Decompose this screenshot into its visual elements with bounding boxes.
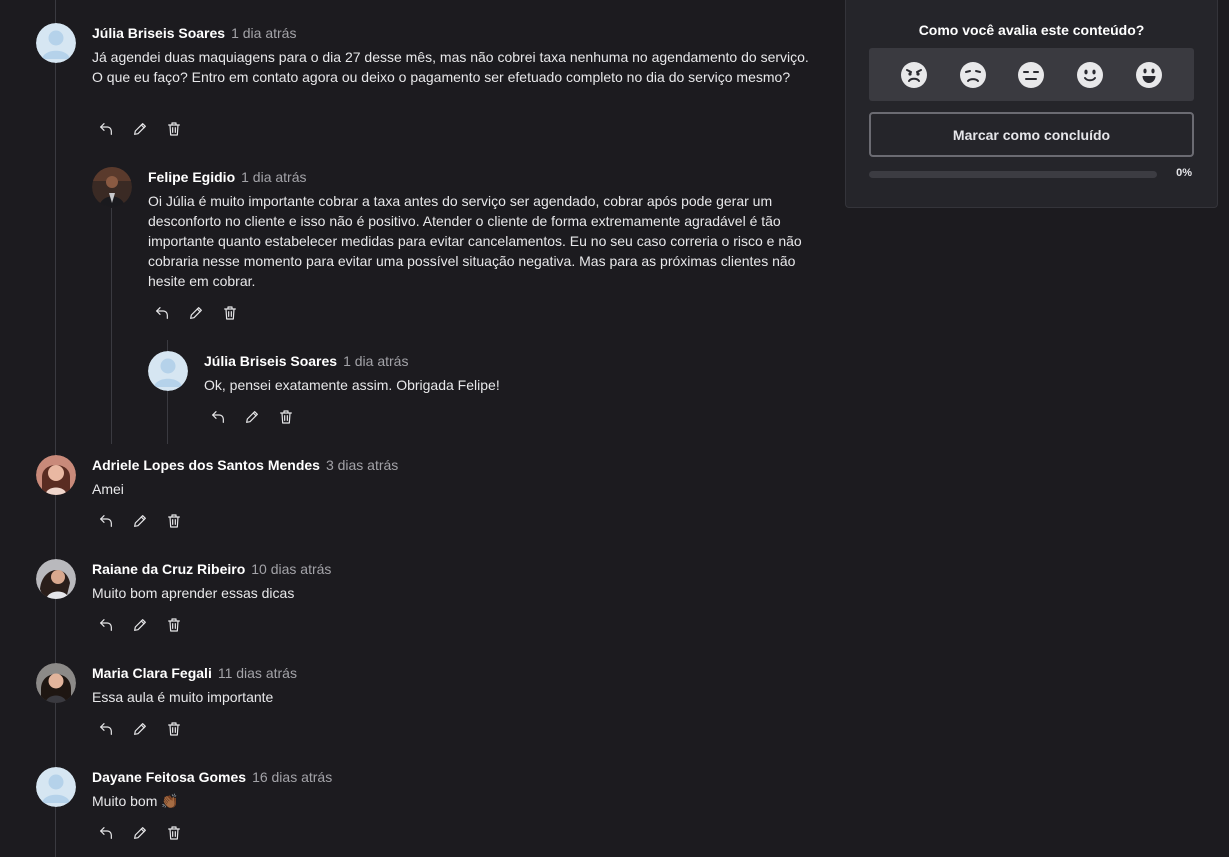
angry-face-icon[interactable]: [899, 60, 929, 90]
trash-icon[interactable]: [221, 304, 239, 322]
pencil-icon[interactable]: [187, 304, 205, 322]
reply-icon[interactable]: [97, 512, 115, 530]
comment-time: 10 dias atrás: [251, 561, 332, 577]
trash-icon[interactable]: [165, 512, 183, 530]
avatar: [36, 559, 76, 599]
big-smile-icon[interactable]: [1134, 60, 1164, 90]
avatar: [36, 455, 76, 495]
reply-icon[interactable]: [97, 720, 115, 738]
avatar: [36, 767, 76, 807]
comment-author[interactable]: Raiane da Cruz Ribeiro: [92, 561, 245, 577]
pencil-icon[interactable]: [131, 512, 149, 530]
neutral-face-icon[interactable]: [1016, 60, 1046, 90]
reply-icon[interactable]: [209, 408, 227, 426]
rating-title: Como você avalia este conteúdo?: [918, 22, 1145, 38]
comment-actions: [209, 408, 295, 426]
reply-icon[interactable]: [97, 120, 115, 138]
comment-author[interactable]: Felipe Egidio: [148, 169, 235, 185]
comment-text: Ok, pensei exatamente assim. Obrigada Fe…: [204, 377, 500, 393]
pencil-icon[interactable]: [131, 720, 149, 738]
comment-author[interactable]: Adriele Lopes dos Santos Mendes: [92, 457, 320, 473]
comment-text: Muito bom 👏🏾: [92, 793, 179, 809]
comment-author[interactable]: Dayane Feitosa Gomes: [92, 769, 246, 785]
avatar: [148, 351, 188, 391]
comment-author[interactable]: Júlia Briseis Soares: [92, 25, 225, 41]
comment-time: 1 dia atrás: [343, 353, 409, 369]
comment-text: Essa aula é muito importante: [92, 689, 274, 705]
comment-author[interactable]: Maria Clara Fegali: [92, 665, 212, 681]
progress-label: 0%: [1176, 167, 1192, 179]
pencil-icon[interactable]: [131, 824, 149, 842]
comment-text: Oi Júlia é muito importante cobrar a tax…: [148, 193, 802, 289]
rating-panel: Como você avalia este conteúdo? Marcar c…: [845, 0, 1218, 208]
comment-time: 3 dias atrás: [325, 457, 399, 473]
sad-face-icon[interactable]: [958, 60, 988, 90]
comment-text: Muito bom aprender essas dicas: [92, 585, 295, 601]
trash-icon[interactable]: [165, 120, 183, 138]
reply-icon[interactable]: [153, 304, 171, 322]
comment-actions: [97, 120, 183, 138]
pencil-icon[interactable]: [243, 408, 261, 426]
reply-icon[interactable]: [97, 824, 115, 842]
comment-actions: [97, 824, 183, 842]
trash-icon[interactable]: [277, 408, 295, 426]
avatar: [36, 23, 76, 63]
rating-options: [869, 48, 1194, 101]
pencil-icon[interactable]: [131, 616, 149, 634]
thread-line: [111, 208, 112, 444]
trash-icon[interactable]: [165, 616, 183, 634]
comment-time: 1 dia atrás: [241, 169, 307, 185]
trash-icon[interactable]: [165, 824, 183, 842]
comment-time: 1 dia atrás: [231, 25, 297, 41]
comment-time: 11 dias atrás: [217, 665, 297, 681]
comment-author[interactable]: Júlia Briseis Soares: [204, 353, 337, 369]
slight-smile-icon[interactable]: [1075, 60, 1105, 90]
comment-text: Amei: [92, 481, 124, 497]
lesson-comments-page: Júlia Briseis Soares 1 dia atrás Já agend…: [0, 0, 1229, 857]
avatar: [36, 663, 76, 703]
comment-actions: [97, 720, 183, 738]
mark-complete-button[interactable]: Marcar como concluído: [869, 112, 1194, 157]
trash-icon[interactable]: [165, 720, 183, 738]
avatar: [92, 167, 132, 207]
reply-icon[interactable]: [97, 616, 115, 634]
pencil-icon[interactable]: [131, 120, 149, 138]
progress-bar: [869, 171, 1157, 178]
comment-actions: [97, 616, 183, 634]
comment-text: Já agendei duas maquiagens para o dia 27…: [92, 49, 809, 85]
thread-line: [55, 0, 56, 857]
comment-actions: [153, 304, 239, 322]
comment-time: 16 dias atrás: [252, 769, 333, 785]
comment-actions: [97, 512, 183, 530]
